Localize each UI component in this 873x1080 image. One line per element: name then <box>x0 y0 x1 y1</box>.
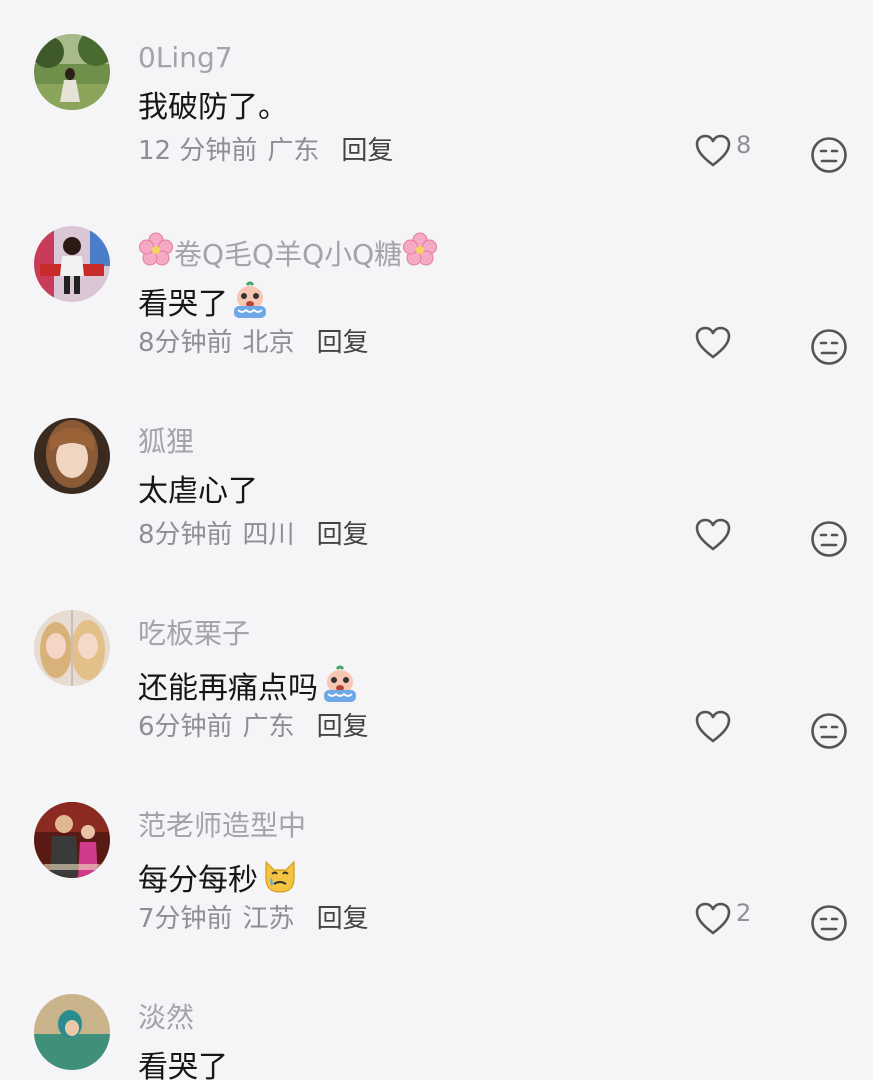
heart-outline-icon <box>694 517 732 553</box>
heart-outline-icon <box>694 901 732 937</box>
comment-meta: 12 分钟前 广东 回复 <box>138 134 393 168</box>
username[interactable]: 0Ling7 <box>138 40 233 76</box>
comment-meta: 6分钟前 广东 回复 <box>138 710 369 744</box>
unamused-face-icon <box>810 904 848 942</box>
comment-item: 吃板栗子 还能再痛点吗 6分钟前 广东 回复 <box>0 610 873 800</box>
avatar[interactable] <box>34 994 110 1070</box>
comment-text: 还能再痛点吗 <box>138 664 360 709</box>
comment-text: 每分每秒 <box>138 856 300 901</box>
timestamp: 8分钟前 <box>138 520 233 550</box>
comment-item: 淡然 看哭了 <box>0 994 873 1080</box>
heart-outline-icon <box>694 133 732 169</box>
crying-cat-emoji-icon <box>260 856 300 896</box>
comment-item: 卷Q毛Q羊Q小Q糖 看哭了 8分钟前 北京 回复 <box>0 226 873 416</box>
reply-button[interactable]: 回复 <box>317 520 369 550</box>
timestamp: 6分钟前 <box>138 712 233 742</box>
comment-text: 我破防了。 <box>138 90 288 125</box>
reply-button[interactable]: 回复 <box>317 328 369 358</box>
comment-text: 看哭了 <box>138 1050 228 1080</box>
like-count: 2 <box>736 899 752 927</box>
heart-outline-icon <box>694 709 732 745</box>
comment-item: 狐狸 太虐心了 8分钟前 四川 回复 <box>0 418 873 608</box>
heart-outline-icon <box>694 325 732 361</box>
location: 北京 <box>242 328 295 358</box>
dislike-button[interactable] <box>810 904 848 942</box>
comment-meta: 8分钟前 北京 回复 <box>138 326 369 360</box>
avatar[interactable] <box>34 226 110 302</box>
comment-meta: 8分钟前 四川 回复 <box>138 518 369 552</box>
like-button[interactable] <box>694 709 736 745</box>
reply-button[interactable]: 回复 <box>341 136 393 166</box>
unamused-face-icon <box>810 712 848 750</box>
comment-text: 看哭了 <box>138 280 270 325</box>
dislike-button[interactable] <box>810 520 848 558</box>
like-button[interactable]: 2 <box>694 899 752 937</box>
reply-button[interactable]: 回复 <box>317 712 369 742</box>
username[interactable]: 淡然 <box>138 1000 194 1036</box>
location: 江苏 <box>242 904 295 934</box>
location: 广东 <box>267 136 320 166</box>
unamused-face-icon <box>810 520 848 558</box>
location: 四川 <box>242 520 295 550</box>
comment-text: 太虐心了 <box>138 474 258 509</box>
like-count: 8 <box>736 131 752 159</box>
unamused-face-icon <box>810 328 848 366</box>
avatar[interactable] <box>34 802 110 878</box>
avatar[interactable] <box>34 34 110 110</box>
dislike-button[interactable] <box>810 712 848 750</box>
cherry-blossom-icon <box>138 232 174 268</box>
timestamp: 7分钟前 <box>138 904 233 934</box>
avatar[interactable] <box>34 418 110 494</box>
username[interactable]: 卷Q毛Q羊Q小Q糖 <box>138 232 438 273</box>
like-button[interactable] <box>694 325 736 361</box>
comment-item: 0Ling7 我破防了。 12 分钟前 广东 回复 8 <box>0 34 873 224</box>
unamused-face-icon <box>810 136 848 174</box>
crying-emoji-icon <box>230 280 270 320</box>
cherry-blossom-icon <box>402 232 438 268</box>
dislike-button[interactable] <box>810 136 848 174</box>
crying-emoji-icon <box>320 664 360 704</box>
dislike-button[interactable] <box>810 328 848 366</box>
like-button[interactable]: 8 <box>694 131 752 169</box>
location: 广东 <box>242 712 295 742</box>
username[interactable]: 范老师造型中 <box>138 808 306 844</box>
comment-item: 范老师造型中 每分每秒 7分钟前 江苏 回复 2 <box>0 802 873 992</box>
reply-button[interactable]: 回复 <box>317 904 369 934</box>
username[interactable]: 狐狸 <box>138 424 194 460</box>
timestamp: 8分钟前 <box>138 328 233 358</box>
timestamp: 12 分钟前 <box>138 136 258 166</box>
comment-meta: 7分钟前 江苏 回复 <box>138 902 369 936</box>
like-button[interactable] <box>694 517 736 553</box>
avatar[interactable] <box>34 610 110 686</box>
username[interactable]: 吃板栗子 <box>138 616 250 652</box>
